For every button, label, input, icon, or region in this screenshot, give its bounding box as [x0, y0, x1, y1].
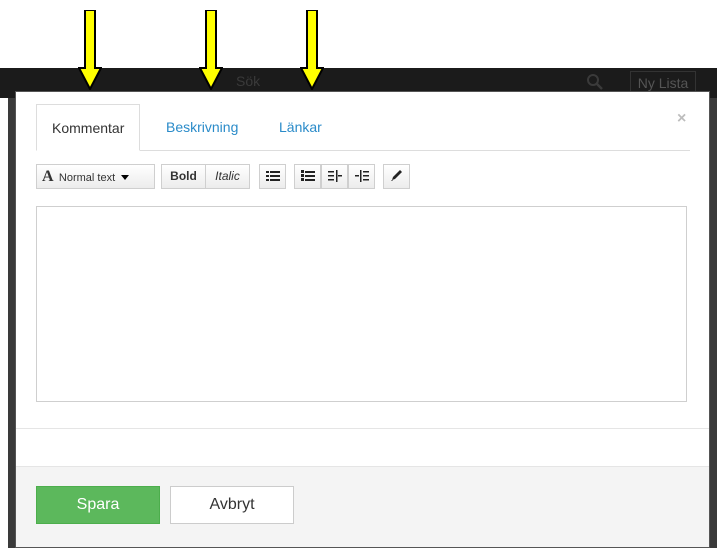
tab-beskrivning[interactable]: Beskrivning: [166, 104, 238, 150]
indent-icon: [354, 170, 369, 182]
chevron-down-icon: [120, 175, 129, 181]
italic-button[interactable]: Italic: [205, 164, 250, 189]
ordered-list-button[interactable]: [294, 164, 321, 189]
text-style-label: Normal text: [58, 172, 116, 184]
font-icon: A: [42, 168, 54, 185]
tab-lankar[interactable]: Länkar: [279, 104, 322, 150]
unordered-list-icon: [265, 171, 280, 181]
cancel-button[interactable]: Avbryt: [170, 486, 294, 524]
annotation-arrow-icon: [299, 9, 325, 92]
background-search-field[interactable]: Sök: [236, 73, 260, 89]
background-right-edge: [709, 98, 717, 548]
html-edit-button[interactable]: [383, 164, 410, 189]
outdent-button[interactable]: [321, 164, 348, 189]
outdent-icon: [327, 170, 342, 182]
ordered-list-icon: [300, 170, 315, 181]
tab-bar: Kommentar Beskrivning Länkar: [36, 104, 690, 151]
modal-footer: Spara Avbryt: [16, 466, 709, 547]
divider: [16, 428, 709, 429]
tab-kommentar[interactable]: Kommentar: [36, 104, 141, 151]
annotation-arrow-icon: [77, 9, 103, 92]
save-button[interactable]: Spara: [36, 486, 160, 524]
comment-editor[interactable]: [36, 206, 687, 402]
new-list-button[interactable]: Ny Lista: [630, 71, 696, 93]
search-icon[interactable]: [586, 72, 604, 92]
bold-button[interactable]: Bold: [161, 164, 206, 189]
background-left-edge: [8, 98, 16, 548]
indent-button[interactable]: [348, 164, 375, 189]
comment-modal: × Kommentar Beskrivning Länkar A Normal …: [16, 92, 709, 547]
annotation-arrow-icon: [198, 9, 224, 92]
pencil-icon: [390, 170, 402, 181]
unordered-list-button[interactable]: [259, 164, 286, 189]
text-style-dropdown[interactable]: A Normal text: [36, 164, 155, 189]
